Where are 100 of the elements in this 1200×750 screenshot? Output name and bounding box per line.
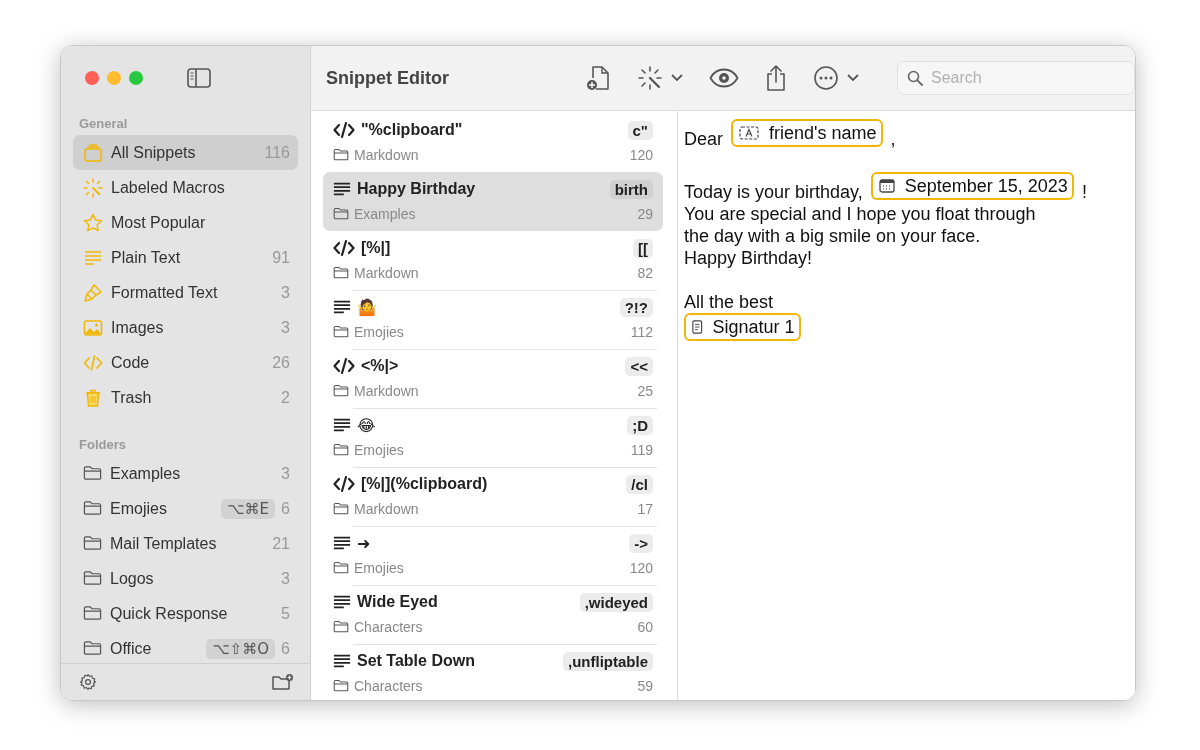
item-label: Most Popular — [111, 213, 207, 232]
abbreviation-badge: ?!? — [619, 297, 653, 317]
sidebar-item[interactable]: Most Popular — [73, 205, 298, 240]
token-text: friend's name — [769, 122, 877, 144]
sidebar-item[interactable]: Examples 3 — [73, 456, 298, 491]
new-document-icon[interactable] — [585, 64, 611, 92]
body-text: Dear — [684, 128, 723, 150]
body-text: All the best — [684, 291, 774, 313]
snippet-row[interactable]: "%clipboard" c" Markdown 120 — [323, 113, 663, 172]
abbreviation-badge: ;D — [627, 415, 653, 435]
folder-icon — [333, 500, 349, 517]
item-label: Mail Templates — [110, 534, 218, 553]
caret-icon[interactable] — [847, 74, 859, 82]
share-icon[interactable] — [765, 64, 787, 92]
snippet-row[interactable]: [%|](%clipboard) /cl Markdown 17 — [323, 467, 663, 526]
snippet-title: 😂 — [357, 415, 377, 435]
code-icon — [333, 475, 355, 493]
code-icon — [333, 121, 355, 139]
folder-icon — [333, 264, 349, 281]
sidebar-item[interactable]: Logos 3 — [73, 561, 298, 596]
sidebar-item[interactable]: Trash 2 — [73, 380, 298, 415]
folder-icon — [83, 604, 102, 623]
item-count: 3 — [281, 283, 290, 302]
abbreviation-badge: -> — [629, 533, 653, 553]
folder-icon — [333, 677, 349, 694]
item-label: Office — [110, 639, 153, 658]
new-folder-icon[interactable] — [272, 673, 294, 691]
sidebar-item[interactable]: Code 26 — [73, 345, 298, 380]
sidebar-item[interactable]: Images 3 — [73, 310, 298, 345]
settings-icon[interactable] — [79, 673, 97, 691]
sidebar-toggle-icon[interactable] — [187, 68, 211, 88]
item-count: 3 — [281, 464, 290, 483]
sidebar-item[interactable]: Emojies ⌥⌘E 6 — [73, 491, 298, 526]
window-title: Snippet Editor — [326, 67, 450, 89]
sidebar-item[interactable]: Quick Response 5 — [73, 596, 298, 631]
snippet-row[interactable]: 😂 ;D Emojies 119 — [323, 408, 663, 467]
snippet-title: <%|> — [361, 357, 400, 375]
item-count: 5 — [281, 604, 290, 623]
search-field[interactable]: Search — [897, 61, 1135, 95]
snippet-title: [%|](%clipboard) — [361, 475, 489, 493]
snippet-row[interactable]: <%|> << Markdown 25 — [323, 349, 663, 408]
item-count: 6 — [281, 499, 290, 518]
folder-icon — [83, 639, 102, 658]
snippet-title: ➜ — [357, 533, 372, 553]
folder-label: Characters — [354, 618, 424, 635]
sidebar-item[interactable]: Mail Templates 21 — [73, 526, 298, 561]
eye-icon[interactable] — [709, 68, 739, 88]
image-icon — [83, 317, 103, 338]
folder-label: Markdown — [354, 264, 420, 281]
usage-count: 112 — [630, 323, 653, 340]
more-icon[interactable] — [813, 65, 839, 91]
snippet-row[interactable]: ➜ -> Emojies 120 — [323, 526, 663, 585]
abbreviation-badge: ,unfliptable — [563, 651, 653, 671]
magic-wand-icon[interactable] — [637, 65, 663, 91]
folder-icon — [83, 464, 102, 483]
snippet-row[interactable]: Set Table Down ,unfliptable Characters 59 — [323, 644, 663, 700]
sidebar-item[interactable]: Office ⌥⇧⌘O 6 — [73, 631, 298, 663]
folder-icon — [333, 441, 349, 458]
folder-icon — [333, 382, 349, 399]
sidebar-item[interactable]: Formatted Text 3 — [73, 275, 298, 310]
folder-icon — [333, 205, 349, 222]
abbreviation-badge: ,wideyed — [579, 592, 653, 612]
snippet-row[interactable]: Wide Eyed ,wideyed Characters 60 — [323, 585, 663, 644]
folder-label: Examples — [354, 205, 417, 222]
usage-count: 82 — [637, 264, 653, 281]
caret-icon[interactable] — [671, 74, 683, 82]
brush-icon — [83, 282, 103, 303]
folder-label: Markdown — [354, 382, 420, 399]
folder-label: Characters — [354, 677, 424, 694]
usage-count: 120 — [629, 559, 653, 576]
placeholder-token[interactable]: friend's name — [731, 119, 883, 147]
item-label: Formatted Text — [111, 283, 219, 302]
body-text: , — [890, 128, 896, 150]
editor-pane[interactable]: Dear friend's name , Today is your birthday, September 15, 2023 ! You are special and I hope you float through the day with a big smile on your face. Happy Birthday! All the best Signatur 1 — [678, 111, 1135, 700]
folder-icon — [333, 146, 349, 163]
snippet-row[interactable]: 🤷 ?!? Emojies 112 — [323, 290, 663, 349]
token-text: September 15, 2023 — [904, 175, 1068, 197]
sidebar-item[interactable]: Labeled Macros — [73, 170, 298, 205]
body-text: ! — [1081, 181, 1087, 203]
calendar-icon — [878, 179, 895, 193]
body-text: You are special and I hope you float through — [684, 203, 1036, 225]
snippet-row[interactable]: [%|] [[ Markdown 82 — [323, 231, 663, 290]
snippet-row[interactable]: Happy Birthday birth Examples 29 — [323, 172, 663, 231]
token-text: Signatur 1 — [712, 316, 795, 338]
folder-icon — [333, 618, 349, 635]
folder-label: Markdown — [354, 500, 420, 517]
placeholder-token[interactable]: September 15, 2023 — [870, 172, 1074, 200]
code-icon — [83, 352, 103, 373]
usage-count: 119 — [630, 441, 653, 458]
placeholder-token[interactable]: Signatur 1 — [684, 313, 801, 341]
text-lines-icon — [333, 298, 351, 316]
section-heading: Folders — [78, 436, 127, 454]
item-label: All Snippets — [111, 143, 197, 162]
sidebar-item[interactable]: Plain Text 91 — [73, 240, 298, 275]
usage-count: 60 — [637, 618, 653, 635]
usage-count: 59 — [637, 677, 653, 694]
document-icon — [692, 320, 703, 334]
folder-label: Emojies — [354, 441, 405, 458]
text-lines-icon — [333, 416, 351, 434]
snippet-title: Set Table Down — [357, 652, 476, 670]
